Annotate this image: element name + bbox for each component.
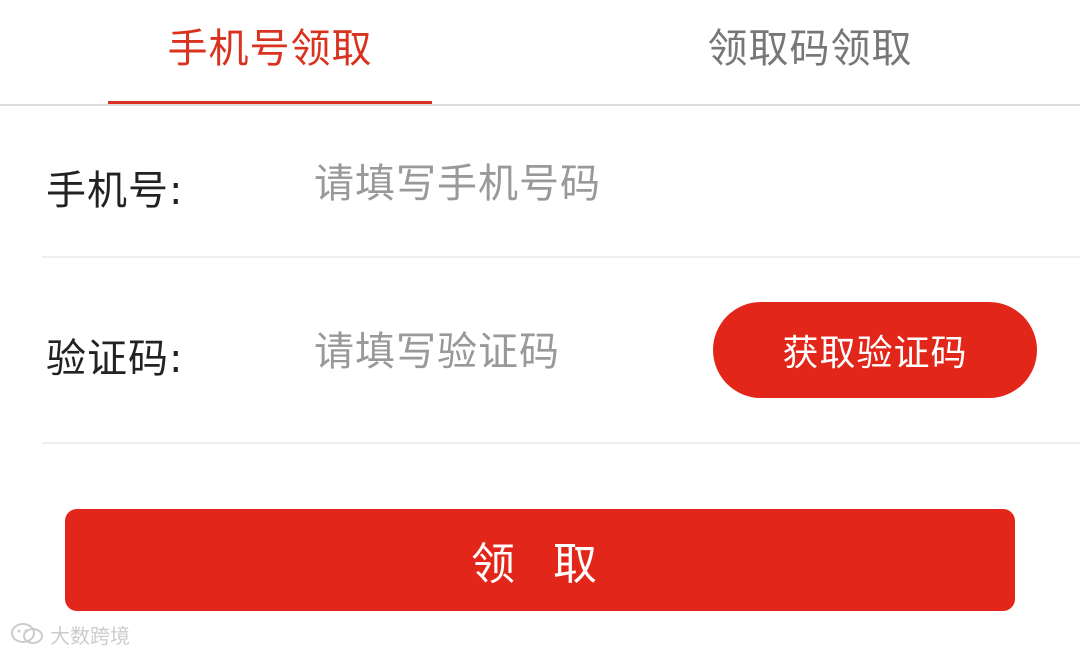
tab-phone-redeem[interactable]: 手机号领取 bbox=[108, 0, 432, 104]
tab-bar: 手机号领取 领取码领取 bbox=[0, 0, 1080, 106]
active-tab-indicator bbox=[108, 101, 432, 104]
tab-code-redeem[interactable]: 领取码领取 bbox=[648, 0, 972, 104]
watermark: 大数跨境 bbox=[10, 618, 130, 650]
tab-label: 手机号领取 bbox=[167, 26, 373, 72]
verification-code-input[interactable] bbox=[314, 322, 694, 382]
phone-row: 手机号: bbox=[42, 106, 1080, 258]
verification-code-row: 验证码: 获取验证码 bbox=[42, 258, 1080, 444]
get-code-button[interactable]: 获取验证码 bbox=[713, 302, 1037, 398]
verification-code-label: 验证码: bbox=[46, 336, 184, 382]
wechat-logo-icon bbox=[11, 623, 43, 644]
phone-label: 手机号: bbox=[46, 168, 184, 214]
redeem-page: 手机号领取 领取码领取 手机号: 验证码: 获取验证码 领 取 大数跨境 bbox=[0, 0, 1080, 654]
tab-label: 领取码领取 bbox=[707, 26, 913, 72]
watermark-text: 大数跨境 bbox=[50, 623, 130, 648]
phone-input[interactable] bbox=[314, 154, 1014, 214]
claim-button[interactable]: 领 取 bbox=[65, 509, 1015, 611]
